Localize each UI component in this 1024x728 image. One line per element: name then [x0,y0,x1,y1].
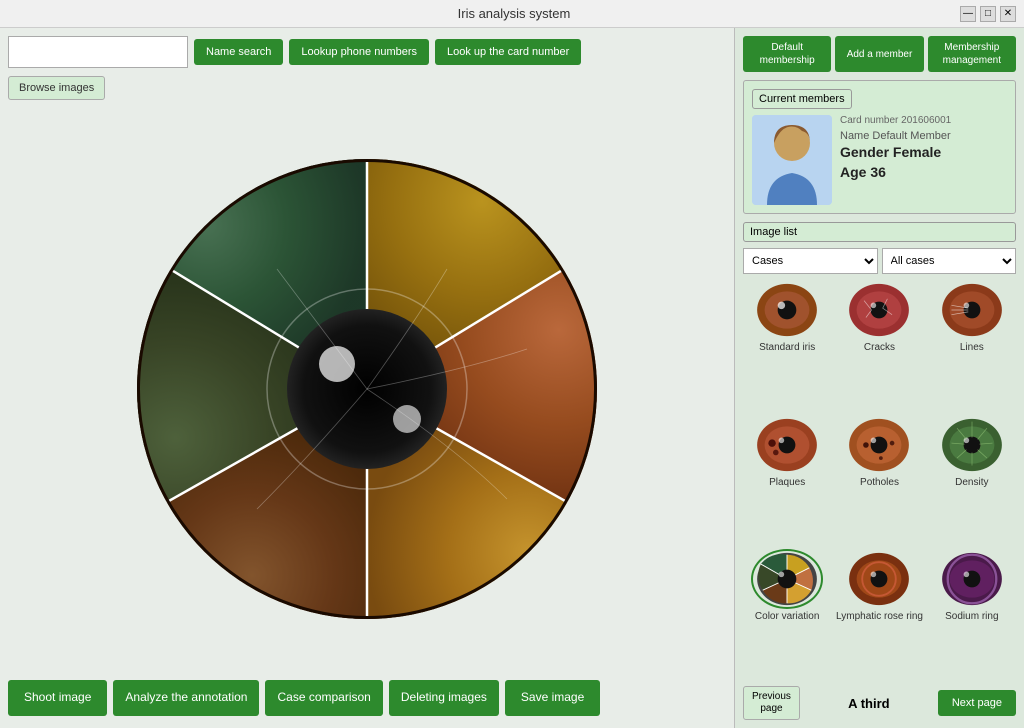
main-layout: Name search Lookup phone numbers Look up… [0,28,1024,728]
member-gender: Gender Female [840,144,1007,160]
window-controls[interactable]: — □ ✕ [960,6,1016,22]
close-button[interactable]: ✕ [1000,6,1016,22]
search-input[interactable] [8,36,188,68]
shoot-image-button[interactable]: Shoot image [8,680,107,716]
image-caption-cracks: Cracks [864,342,895,353]
title-bar: Iris analysis system — □ ✕ [0,0,1024,28]
member-info: Card number 201606001 Name Default Membe… [752,115,1007,205]
left-panel: Name search Lookup phone numbers Look up… [0,28,734,728]
image-thumb-potholes [843,415,915,475]
image-cell-color-variation[interactable]: Color variation [743,549,831,680]
image-cell-plaques[interactable]: Plaques [743,415,831,546]
membership-management-button[interactable]: Membership management [928,36,1016,72]
image-cell-standard-iris[interactable]: Standard iris [743,280,831,411]
image-thumb-lines [936,280,1008,340]
name-search-button[interactable]: Name search [194,39,283,65]
image-thumb-density [936,415,1008,475]
image-thumb-lymphatic-rose-ring [843,549,915,609]
maximize-button[interactable]: □ [980,6,996,22]
card-number: Card number 201606001 [840,115,1007,126]
image-cell-density[interactable]: Density [928,415,1016,546]
deleting-images-button[interactable]: Deleting images [389,680,499,716]
member-age: Age 36 [840,164,1007,180]
analyze-annotation-button[interactable]: Analyze the annotation [113,680,259,716]
image-cell-sodium-ring[interactable]: Sodium ring [928,549,1016,680]
image-caption-standard-iris: Standard iris [759,342,815,353]
next-page-button[interactable]: Next page [938,690,1016,716]
image-caption-plaques: Plaques [769,477,805,488]
pagination-row: Previouspage A third Next page [743,686,1016,720]
image-caption-color-variation: Color variation [755,611,819,622]
image-list-label: Image list [743,222,1016,242]
image-caption-potholes: Potholes [860,477,899,488]
image-thumb-color-variation [751,549,823,609]
bottom-toolbar: Shoot image Analyze the annotation Case … [8,672,726,720]
iris-container [127,149,607,629]
member-details: Card number 201606001 Name Default Membe… [840,115,1007,205]
page-indicator: A third [806,696,932,711]
image-thumb-plaques [751,415,823,475]
member-name: Name Default Member [840,130,1007,142]
image-caption-lines: Lines [960,342,984,353]
image-cell-cracks[interactable]: Cracks [835,280,923,411]
right-top-buttons: Default membership Add a member Membersh… [743,36,1016,72]
avatar-image [752,115,832,205]
image-cell-lines[interactable]: Lines [928,280,1016,411]
image-caption-density: Density [955,477,988,488]
browse-images-button[interactable]: Browse images [8,76,105,100]
image-grid: Standard iris Cracks Lines [743,280,1016,680]
previous-page-button[interactable]: Previouspage [743,686,800,720]
image-cell-lymphatic-rose-ring[interactable]: Lymphatic rose ring [835,549,923,680]
image-caption-sodium-ring: Sodium ring [945,611,998,622]
iris-image [127,149,607,629]
default-membership-button[interactable]: Default membership [743,36,831,72]
filter-row: Cases All cases [743,248,1016,274]
member-section: Current members Card numb [743,80,1016,214]
image-cell-potholes[interactable]: Potholes [835,415,923,546]
lookup-card-button[interactable]: Look up the card number [435,39,581,65]
current-members-label: Current members [752,89,852,109]
add-member-button[interactable]: Add a member [835,36,923,72]
minimize-button[interactable]: — [960,6,976,22]
top-toolbar: Name search Lookup phone numbers Look up… [8,36,726,68]
case-comparison-button[interactable]: Case comparison [265,680,382,716]
app-title: Iris analysis system [68,6,960,21]
image-thumb-standard-iris [751,280,823,340]
avatar [752,115,832,205]
image-thumb-sodium-ring [936,549,1008,609]
iris-display-area [8,106,726,672]
image-caption-lymphatic-rose-ring: Lymphatic rose ring [836,611,923,622]
right-panel: Default membership Add a member Membersh… [734,28,1024,728]
all-cases-filter[interactable]: All cases [882,248,1017,274]
cases-filter[interactable]: Cases [743,248,878,274]
lookup-phone-button[interactable]: Lookup phone numbers [289,39,429,65]
image-thumb-cracks [843,280,915,340]
save-image-button[interactable]: Save image [505,680,600,716]
